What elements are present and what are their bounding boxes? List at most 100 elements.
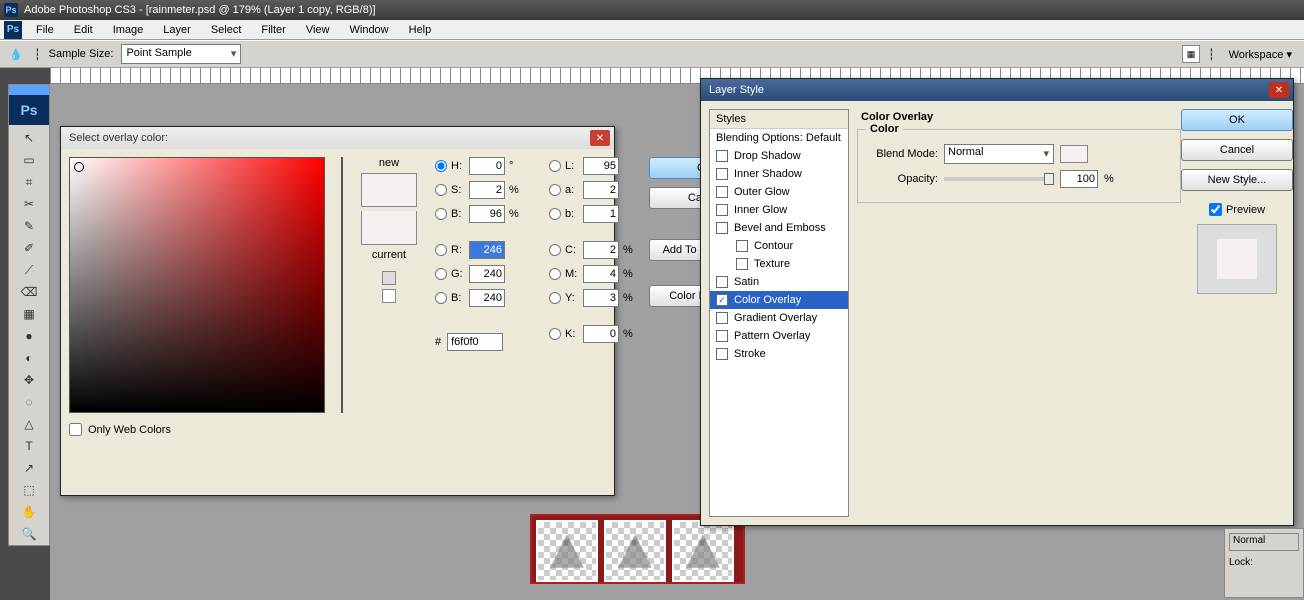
tool-button[interactable]: ◐ bbox=[9, 347, 49, 369]
tool-button[interactable]: ✐ bbox=[9, 237, 49, 259]
style-item-satin[interactable]: Satin bbox=[710, 273, 848, 291]
style-checkbox[interactable] bbox=[716, 312, 728, 324]
preview-checkbox[interactable] bbox=[1209, 203, 1222, 216]
style-checkbox[interactable] bbox=[736, 258, 748, 270]
color-value-input[interactable] bbox=[469, 241, 505, 259]
eyedropper-icon[interactable]: 💧 bbox=[6, 44, 26, 64]
sample-size-select[interactable]: Point Sample bbox=[121, 44, 241, 64]
tool-button[interactable]: ▭ bbox=[9, 149, 49, 171]
menu-filter[interactable]: Filter bbox=[251, 22, 295, 38]
color-value-input[interactable] bbox=[469, 289, 505, 307]
tool-button[interactable]: ▦ bbox=[9, 303, 49, 325]
tool-button[interactable]: T bbox=[9, 435, 49, 457]
tool-button[interactable]: ⟋ bbox=[9, 259, 49, 281]
style-checkbox[interactable] bbox=[736, 240, 748, 252]
menu-select[interactable]: Select bbox=[201, 22, 252, 38]
menu-image[interactable]: Image bbox=[103, 22, 154, 38]
layer-blend-mode-select[interactable]: Normal bbox=[1229, 533, 1299, 551]
current-color-swatch[interactable] bbox=[361, 211, 417, 245]
hex-input[interactable] bbox=[447, 333, 503, 351]
color-model-radio[interactable] bbox=[549, 160, 561, 172]
new-style-button[interactable]: New Style... bbox=[1181, 169, 1293, 191]
style-item-gradient-overlay[interactable]: Gradient Overlay bbox=[710, 309, 848, 327]
color-model-radio[interactable] bbox=[549, 268, 561, 280]
color-model-radio[interactable] bbox=[435, 208, 447, 220]
dialog-titlebar[interactable]: Layer Style ✕ bbox=[701, 79, 1293, 101]
opacity-input[interactable] bbox=[1060, 170, 1098, 188]
workspace-dropdown[interactable]: Workspace ▾ bbox=[1223, 48, 1298, 61]
color-value-input[interactable] bbox=[469, 265, 505, 283]
color-model-radio[interactable] bbox=[435, 184, 447, 196]
menu-window[interactable]: Window bbox=[340, 22, 399, 38]
workspace-icon[interactable]: ▦ bbox=[1182, 45, 1200, 63]
tool-button[interactable]: ↖ bbox=[9, 127, 49, 149]
color-value-input[interactable] bbox=[469, 205, 505, 223]
style-checkbox[interactable] bbox=[716, 150, 728, 162]
color-model-radio[interactable] bbox=[435, 244, 447, 256]
style-checkbox[interactable] bbox=[716, 186, 728, 198]
menu-layer[interactable]: Layer bbox=[153, 22, 201, 38]
menu-view[interactable]: View bbox=[296, 22, 340, 38]
websafe-icon[interactable] bbox=[382, 289, 396, 303]
tool-button[interactable]: ⌗ bbox=[9, 171, 49, 193]
style-item-outer-glow[interactable]: Outer Glow bbox=[710, 183, 848, 201]
overlay-color-swatch[interactable] bbox=[1060, 145, 1088, 163]
style-item-bevel-and-emboss[interactable]: Bevel and Emboss bbox=[710, 219, 848, 237]
color-model-radio[interactable] bbox=[435, 292, 447, 304]
color-value-input[interactable] bbox=[583, 289, 619, 307]
color-value-input[interactable] bbox=[583, 157, 619, 175]
tool-button[interactable]: ✂ bbox=[9, 193, 49, 215]
style-checkbox[interactable]: ✓ bbox=[716, 294, 728, 306]
tool-button[interactable]: ✥ bbox=[9, 369, 49, 391]
ok-button[interactable]: OK bbox=[1181, 109, 1293, 131]
style-checkbox[interactable] bbox=[716, 204, 728, 216]
color-model-radio[interactable] bbox=[549, 184, 561, 196]
color-value-input[interactable] bbox=[469, 157, 505, 175]
style-checkbox[interactable] bbox=[716, 168, 728, 180]
ps-menu-icon[interactable]: Ps bbox=[4, 21, 22, 39]
style-checkbox[interactable] bbox=[716, 222, 728, 234]
color-model-radio[interactable] bbox=[549, 208, 561, 220]
style-item-drop-shadow[interactable]: Drop Shadow bbox=[710, 147, 848, 165]
close-icon[interactable]: ✕ bbox=[590, 130, 610, 146]
color-model-radio[interactable] bbox=[549, 328, 561, 340]
tool-button[interactable]: ⬚ bbox=[9, 479, 49, 501]
tool-button[interactable]: ✋ bbox=[9, 501, 49, 523]
menu-edit[interactable]: Edit bbox=[64, 22, 103, 38]
tool-button[interactable]: ⌫ bbox=[9, 281, 49, 303]
color-value-input[interactable] bbox=[583, 241, 619, 259]
tool-button[interactable]: 🔍 bbox=[9, 523, 49, 545]
cancel-button[interactable]: Cancel bbox=[1181, 139, 1293, 161]
styles-header[interactable]: Styles bbox=[710, 110, 848, 129]
tool-button[interactable]: ◌ bbox=[9, 391, 49, 413]
close-icon[interactable]: ✕ bbox=[1269, 82, 1289, 98]
slider-thumb-icon[interactable] bbox=[1044, 173, 1054, 185]
only-web-colors-checkbox[interactable] bbox=[69, 423, 82, 436]
gamut-warning-icon[interactable] bbox=[382, 271, 396, 285]
style-item-texture[interactable]: Texture bbox=[710, 255, 848, 273]
menu-file[interactable]: File bbox=[26, 22, 64, 38]
style-item-pattern-overlay[interactable]: Pattern Overlay bbox=[710, 327, 848, 345]
style-checkbox[interactable] bbox=[716, 276, 728, 288]
blending-options-row[interactable]: Blending Options: Default bbox=[710, 129, 848, 147]
tool-button[interactable]: ● bbox=[9, 325, 49, 347]
color-value-input[interactable] bbox=[583, 181, 619, 199]
tool-button[interactable]: ✎ bbox=[9, 215, 49, 237]
saturation-value-box[interactable] bbox=[69, 157, 325, 413]
color-model-radio[interactable] bbox=[549, 244, 561, 256]
color-value-input[interactable] bbox=[583, 265, 619, 283]
color-model-radio[interactable] bbox=[435, 268, 447, 280]
tool-button[interactable]: △ bbox=[9, 413, 49, 435]
color-value-input[interactable] bbox=[583, 325, 619, 343]
color-value-input[interactable] bbox=[469, 181, 505, 199]
style-item-inner-shadow[interactable]: Inner Shadow bbox=[710, 165, 848, 183]
style-checkbox[interactable] bbox=[716, 330, 728, 342]
style-item-inner-glow[interactable]: Inner Glow bbox=[710, 201, 848, 219]
tool-button[interactable]: ↗ bbox=[9, 457, 49, 479]
style-item-stroke[interactable]: Stroke bbox=[710, 345, 848, 363]
style-item-contour[interactable]: Contour bbox=[710, 237, 848, 255]
color-value-input[interactable] bbox=[583, 205, 619, 223]
style-checkbox[interactable] bbox=[716, 348, 728, 360]
opacity-slider[interactable] bbox=[944, 177, 1054, 181]
dialog-titlebar[interactable]: Select overlay color: ✕ bbox=[61, 127, 614, 149]
